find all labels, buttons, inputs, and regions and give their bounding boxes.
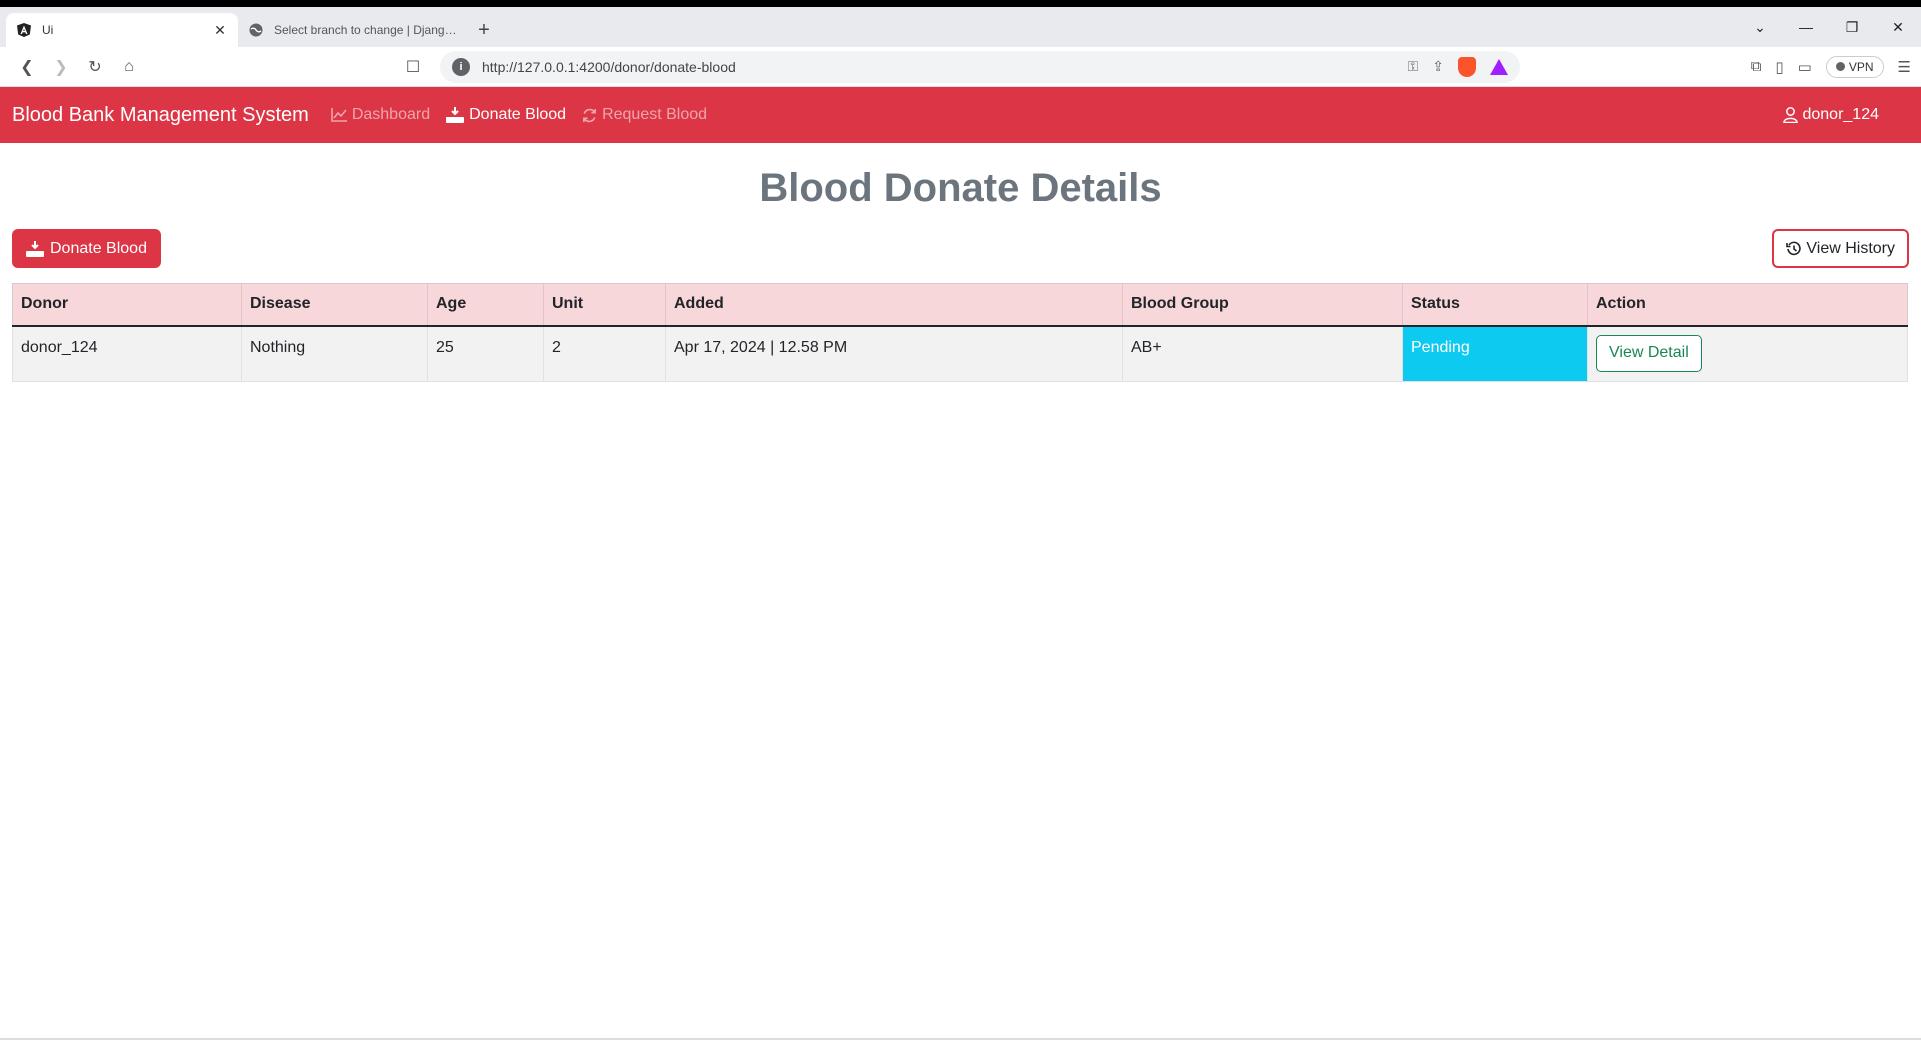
- sidebar-icon[interactable]: ▯: [1775, 58, 1783, 76]
- column-header-action: Action: [1587, 283, 1908, 327]
- donations-table: Donor Disease Age Unit Added Blood Group…: [12, 283, 1908, 382]
- close-tab-icon[interactable]: ✕: [212, 22, 228, 39]
- browser-tab-active[interactable]: Ui ✕: [6, 13, 238, 47]
- url-text[interactable]: http://127.0.0.1:4200/donor/donate-blood: [482, 59, 1408, 75]
- extensions-icon[interactable]: ⧉: [1751, 58, 1762, 75]
- address-bar[interactable]: i http://127.0.0.1:4200/donor/donate-blo…: [440, 50, 1520, 83]
- reload-icon[interactable]: ↻: [78, 51, 112, 83]
- globe-favicon-icon: [248, 22, 264, 38]
- cell-blood-group: AB+: [1122, 325, 1403, 382]
- menu-icon[interactable]: ☰: [1898, 58, 1911, 76]
- window-top-border: [0, 0, 1921, 7]
- table-header-row: Donor Disease Age Unit Added Blood Group…: [12, 283, 1908, 327]
- cell-age: 25: [427, 325, 544, 382]
- vpn-status-icon: [1835, 62, 1845, 71]
- app-navbar: Blood Bank Management System Dashboard D…: [0, 87, 1921, 143]
- brave-shield-icon[interactable]: [1458, 56, 1476, 77]
- donate-blood-label: Donate Blood: [50, 239, 147, 257]
- brave-rewards-icon[interactable]: [1490, 58, 1508, 75]
- cell-added: Apr 17, 2024 | 12.58 PM: [665, 325, 1123, 382]
- vpn-label: VPN: [1848, 59, 1874, 74]
- view-detail-button[interactable]: View Detail: [1596, 334, 1702, 372]
- browser-tab[interactable]: Select branch to change | Django site: [238, 13, 470, 47]
- column-header-unit: Unit: [543, 283, 666, 327]
- column-header-added: Added: [665, 283, 1123, 327]
- action-bar: Donate Blood View History: [12, 229, 1909, 269]
- history-icon: [1786, 241, 1802, 255]
- username: donor_124: [1802, 106, 1879, 123]
- page-title: Blood Donate Details: [759, 166, 1162, 210]
- column-header-blood-group: Blood Group: [1122, 283, 1403, 327]
- vpn-button[interactable]: VPN: [1825, 55, 1884, 78]
- user-menu[interactable]: donor_124: [1783, 106, 1879, 124]
- cell-donor: donor_124: [12, 325, 242, 382]
- window-controls: ⌄ — ❐ ✕: [1737, 7, 1921, 47]
- column-header-age: Age: [427, 283, 544, 327]
- tab-title: Select branch to change | Django site: [274, 23, 460, 37]
- minimize-icon[interactable]: —: [1783, 7, 1829, 47]
- column-header-disease: Disease: [241, 283, 428, 327]
- new-tab-button[interactable]: +: [470, 13, 498, 47]
- brand-title[interactable]: Blood Bank Management System: [12, 104, 309, 127]
- column-header-donor: Donor: [12, 283, 242, 327]
- status-badge: Pending: [1402, 325, 1588, 382]
- main-content: Blood Donate Details Donate Blood View H…: [0, 163, 1921, 382]
- close-window-icon[interactable]: ✕: [1875, 7, 1921, 47]
- user-icon: [1783, 107, 1799, 123]
- chart-line-icon: [331, 108, 347, 122]
- view-history-button[interactable]: View History: [1772, 229, 1909, 268]
- column-header-status: Status: [1402, 283, 1588, 327]
- wallet-icon[interactable]: ▭: [1798, 58, 1812, 76]
- angular-favicon-icon: [16, 22, 32, 38]
- nav-link-label: Donate Blood: [469, 106, 567, 123]
- share-icon[interactable]: ⇪: [1432, 58, 1444, 75]
- cell-unit: 2: [543, 325, 666, 382]
- bookmark-icon[interactable]: ☐: [396, 51, 430, 83]
- donate-blood-button[interactable]: Donate Blood: [12, 229, 161, 268]
- browser-tabstrip: Ui ✕ Select branch to change | Django si…: [0, 7, 1921, 47]
- key-icon[interactable]: ⚿: [1408, 58, 1419, 75]
- hand-holding-icon: [26, 240, 44, 257]
- hand-holding-icon: [446, 107, 465, 123]
- refresh-icon: [583, 108, 597, 122]
- nav-link-dashboard[interactable]: Dashboard: [331, 106, 430, 124]
- view-history-label: View History: [1806, 239, 1895, 257]
- cell-disease: Nothing: [241, 325, 428, 382]
- home-icon[interactable]: ⌂: [112, 51, 146, 83]
- back-icon[interactable]: ❮: [10, 51, 44, 83]
- site-info-icon[interactable]: i: [452, 57, 470, 76]
- nav-link-request-blood[interactable]: Request Blood: [582, 106, 707, 124]
- tab-search-icon[interactable]: ⌄: [1737, 7, 1783, 47]
- forward-icon[interactable]: ❯: [44, 51, 78, 83]
- restore-icon[interactable]: ❐: [1829, 7, 1875, 47]
- tab-title: Ui: [42, 23, 54, 37]
- nav-link-donate-blood[interactable]: Donate Blood: [446, 106, 566, 124]
- nav-link-label: Request Blood: [602, 106, 708, 123]
- table-row: donor_124 Nothing 25 2 Apr 17, 2024 | 12…: [12, 325, 1908, 382]
- cell-action: View Detail: [1587, 325, 1908, 382]
- nav-link-label: Dashboard: [351, 106, 431, 123]
- browser-toolbar: ❮ ❯ ↻ ⌂ ☐ i http://127.0.0.1:4200/donor/…: [0, 47, 1921, 87]
